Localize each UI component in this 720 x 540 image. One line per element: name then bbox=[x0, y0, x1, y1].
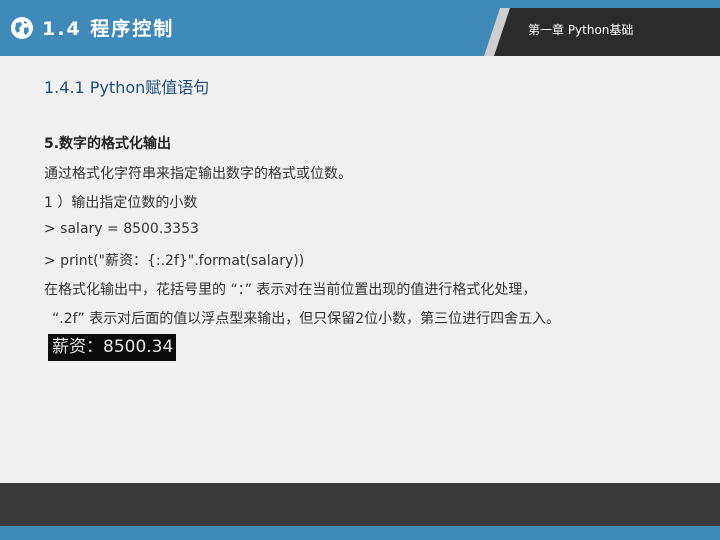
body-line: 1 ）输出指定位数的小数 bbox=[44, 195, 198, 211]
slide-subtitle: 1.4.1 Python赋值语句 bbox=[44, 78, 210, 97]
footer-blue-band bbox=[0, 526, 720, 540]
header-bar: 1.4 程序控制 第一章 Python基础 bbox=[0, 0, 720, 56]
section-title: 1.4 程序控制 bbox=[42, 18, 175, 40]
code-line: > salary = 8500.3353 bbox=[44, 221, 199, 237]
topic-heading: 5.数字的格式化输出 bbox=[44, 136, 172, 152]
body-line: 在格式化输出中，花括号里的 “：” 表示对在当前位置出现的值进行格式化处理， bbox=[44, 282, 537, 298]
globe-icon bbox=[11, 17, 33, 39]
body-line: 通过格式化字符串来指定输出数字的格式或位数。 bbox=[44, 166, 352, 182]
console-output: 薪资：8500.34 bbox=[48, 334, 176, 361]
chapter-label: 第一章 Python基础 bbox=[528, 23, 634, 37]
code-line: > print("薪资：{:.2f}".format(salary)) bbox=[44, 253, 305, 269]
body-line: “.2f” 表示对后面的值以浮点型来输出，但只保留2位小数，第三位进行四舍五入。 bbox=[52, 311, 561, 327]
footer-dark-band bbox=[0, 483, 720, 526]
